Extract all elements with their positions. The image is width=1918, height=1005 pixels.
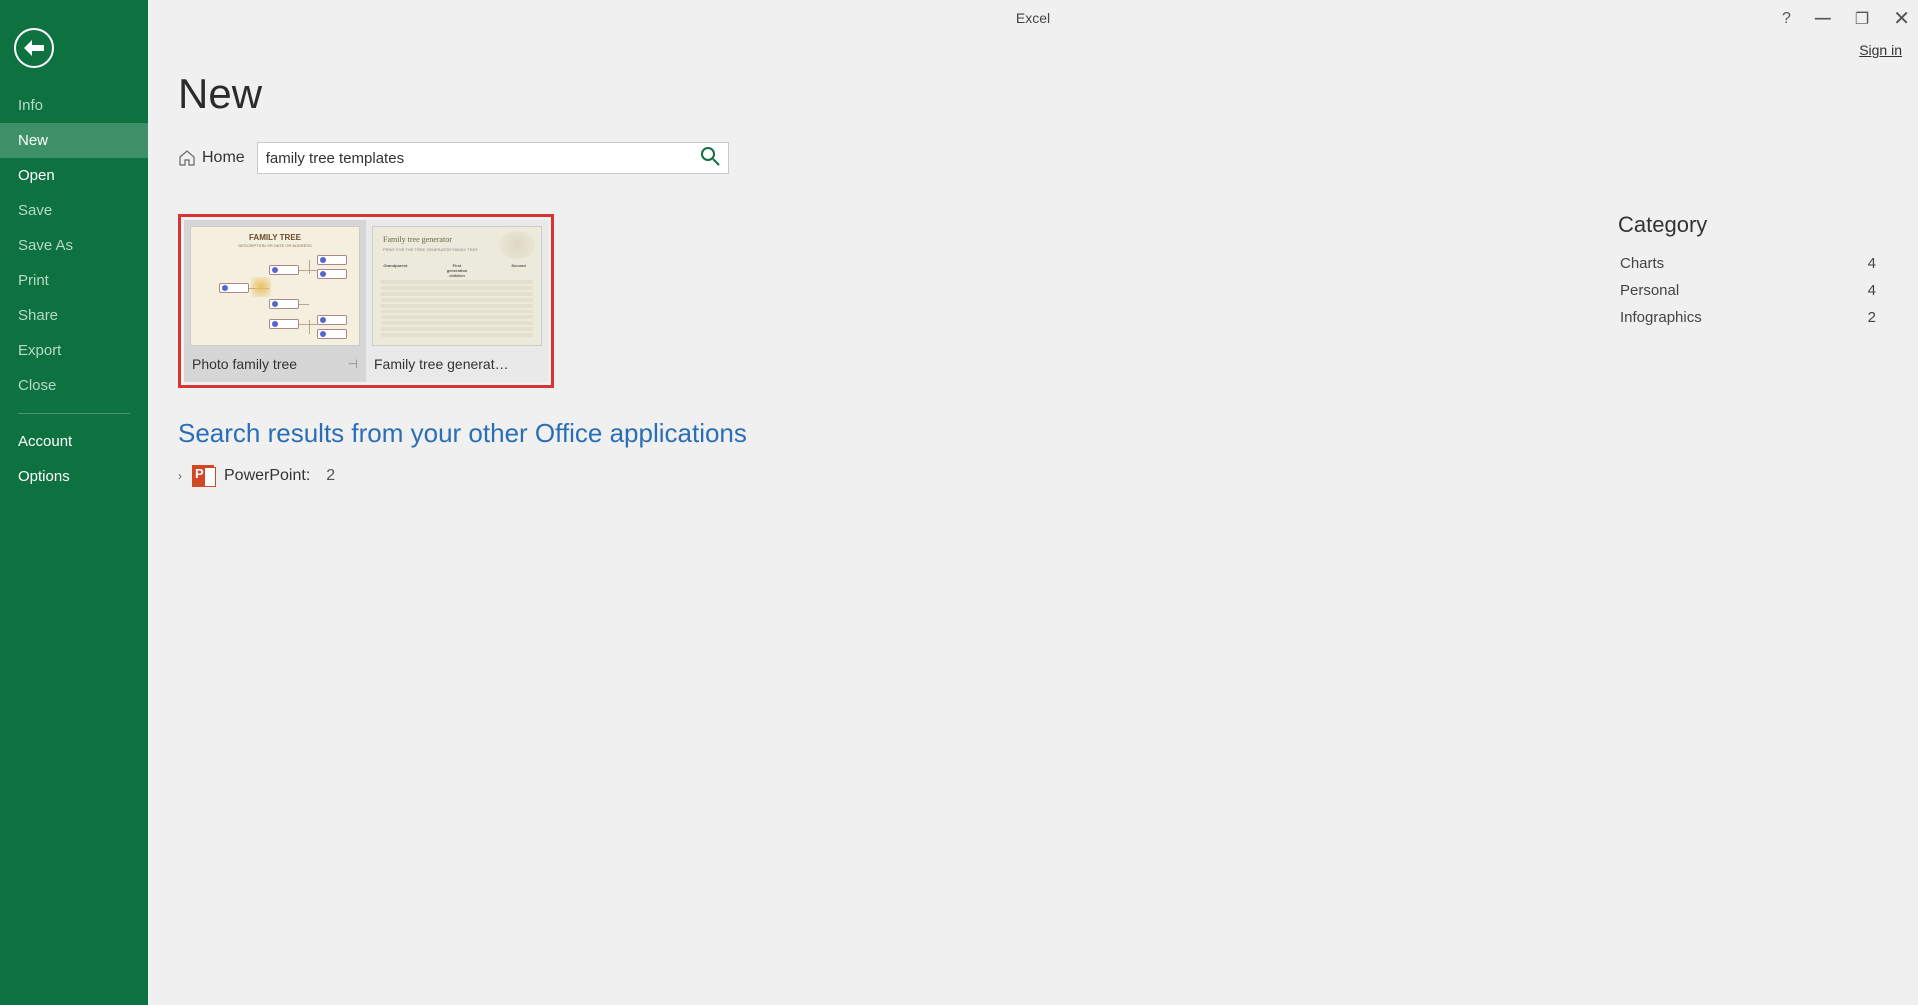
other-results-heading: Search results from your other Office ap… (178, 418, 1168, 449)
app-title: Excel (1016, 10, 1050, 26)
nav-item-save: Save (0, 193, 148, 228)
category-item[interactable]: Infographics 2 (1618, 304, 1878, 331)
breadcrumb-home-label: Home (202, 149, 245, 167)
nav-item-account[interactable]: Account (0, 424, 148, 459)
search-box[interactable] (257, 142, 729, 174)
arrow-left-icon (24, 40, 44, 56)
nav-item-open[interactable]: Open (0, 158, 148, 193)
category-title: Category (1618, 212, 1878, 238)
nav-item-new[interactable]: New (0, 123, 148, 158)
search-input[interactable] (266, 150, 700, 167)
nav-item-share: Share (0, 298, 148, 333)
minimize-icon[interactable]: — (1815, 10, 1831, 28)
category-count: 4 (1868, 255, 1876, 272)
page-title: New (178, 70, 1918, 118)
category-item[interactable]: Charts 4 (1618, 250, 1878, 277)
powerpoint-icon (192, 465, 214, 487)
template-thumbnail: FAMILY TREEDESCRIPTION OR DATE OR ADDRES… (190, 226, 360, 346)
breadcrumb-home[interactable]: Home (178, 149, 245, 167)
category-label: Infographics (1620, 309, 1702, 326)
chevron-right-icon: › (178, 469, 182, 483)
home-icon (178, 150, 196, 166)
nav-item-info: Info (0, 88, 148, 123)
category-count: 4 (1868, 282, 1876, 299)
template-label: Family tree generat… (366, 346, 548, 382)
category-label: Charts (1620, 255, 1664, 272)
nav-item-options[interactable]: Options (0, 459, 148, 494)
template-results-highlight: FAMILY TREEDESCRIPTION OR DATE OR ADDRES… (178, 214, 554, 388)
pin-icon[interactable]: ⊣ (348, 357, 358, 371)
nav-item-save-as: Save As (0, 228, 148, 263)
template-label: Photo family tree⊣ (184, 346, 366, 382)
category-panel: Category Charts 4 Personal 4 Infographics 2 (1618, 212, 1878, 331)
template-thumbnail: Family tree generatorPRINT FOR THE TREE … (372, 226, 542, 346)
template-card[interactable]: FAMILY TREEDESCRIPTION OR DATE OR ADDRES… (184, 220, 366, 382)
restore-icon[interactable]: ❐ (1855, 9, 1869, 29)
back-button[interactable] (14, 28, 54, 68)
category-count: 2 (1868, 309, 1876, 326)
help-icon[interactable]: ? (1782, 10, 1791, 28)
nav-item-print: Print (0, 263, 148, 298)
title-bar: Excel ? — ❐ ✕ (148, 0, 1918, 36)
template-card[interactable]: Family tree generatorPRINT FOR THE TREE … (366, 220, 548, 382)
nav-item-export: Export (0, 333, 148, 368)
nav-separator (18, 413, 130, 414)
other-results-app-label: PowerPoint: (224, 467, 310, 485)
category-label: Personal (1620, 282, 1679, 299)
search-icon[interactable] (700, 146, 720, 171)
category-item[interactable]: Personal 4 (1618, 277, 1878, 304)
close-icon[interactable]: ✕ (1893, 6, 1910, 31)
backstage-sidebar: InfoNewOpenSaveSave AsPrintShareExportCl… (0, 0, 148, 1005)
other-results-item-powerpoint[interactable]: › PowerPoint: 2 (178, 465, 1168, 487)
other-results-count: 2 (326, 467, 335, 485)
sign-in-link[interactable]: Sign in (1859, 42, 1902, 58)
nav-item-close: Close (0, 368, 148, 403)
